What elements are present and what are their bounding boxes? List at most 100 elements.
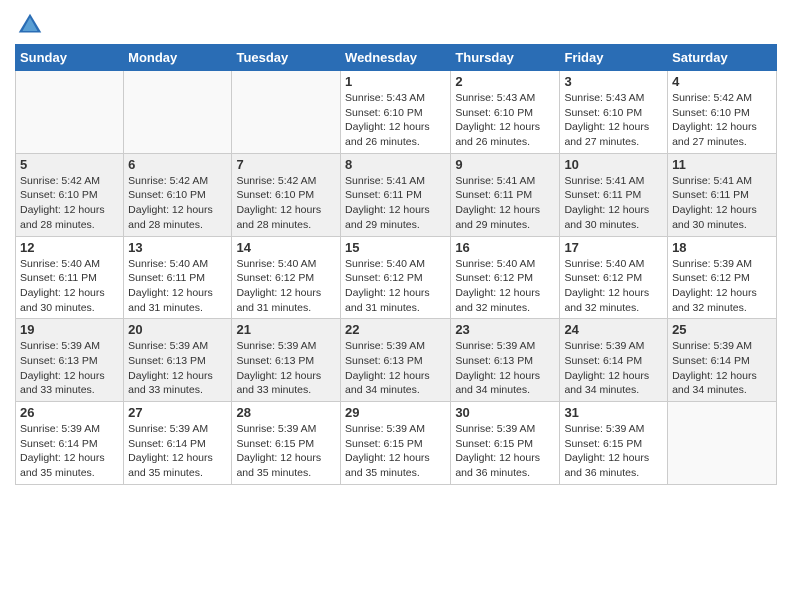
calendar-cell: 17 Sunrise: 5:40 AM Sunset: 6:12 PM Dayli… — [560, 236, 668, 319]
day-of-week-header: Thursday — [451, 45, 560, 71]
calendar-cell: 24Sunrise: 5:39 AM Sunset: 6:14 PM Dayli… — [560, 319, 668, 402]
day-info: Sunrise: 5:40 AM Sunset: 6:11 PM Dayligh… — [128, 257, 227, 316]
calendar-week-row: 5 Sunrise: 5:42 AM Sunset: 6:10 PM Daylig… — [16, 153, 777, 236]
day-of-week-header: Tuesday — [232, 45, 341, 71]
calendar-cell: 25 Sunrise: 5:39 AM Sunset: 6:14 PM Dayli… — [668, 319, 777, 402]
calendar-cell: 10 Sunrise: 5:41 AM Sunset: 6:11 PM Dayli… — [560, 153, 668, 236]
calendar-cell — [124, 71, 232, 154]
day-of-week-header: Saturday — [668, 45, 777, 71]
page-header — [15, 10, 777, 40]
calendar-table: SundayMondayTuesdayWednesdayThursdayFrid… — [15, 44, 777, 485]
day-number: 9 — [455, 157, 555, 172]
day-number: 13 — [128, 240, 227, 255]
day-number: 10 — [564, 157, 663, 172]
day-info: Sunrise: 5:39 AM Sunset: 6:14 PM Dayligh… — [20, 422, 119, 481]
calendar-week-row: 1 Sunrise: 5:43 AM Sunset: 6:10 PM Daylig… — [16, 71, 777, 154]
calendar-cell: 31Sunrise: 5:39 AM Sunset: 6:15 PM Dayli… — [560, 402, 668, 485]
calendar-cell: 19 Sunrise: 5:39 AM Sunset: 6:13 PM Dayli… — [16, 319, 124, 402]
day-of-week-header: Monday — [124, 45, 232, 71]
day-number: 15 — [345, 240, 446, 255]
calendar-cell: 21 Sunrise: 5:39 AM Sunset: 6:13 PM Dayli… — [232, 319, 341, 402]
calendar-cell: 3Sunrise: 5:43 AM Sunset: 6:10 PM Daylig… — [560, 71, 668, 154]
calendar-cell: 26 Sunrise: 5:39 AM Sunset: 6:14 PM Dayli… — [16, 402, 124, 485]
calendar-header-row: SundayMondayTuesdayWednesdayThursdayFrid… — [16, 45, 777, 71]
logo-icon — [15, 10, 45, 40]
day-number: 11 — [672, 157, 772, 172]
day-info: Sunrise: 5:39 AM Sunset: 6:14 PM Dayligh… — [672, 339, 772, 398]
day-info: Sunrise: 5:40 AM Sunset: 6:11 PM Dayligh… — [20, 257, 119, 316]
calendar-cell: 30 Sunrise: 5:39 AM Sunset: 6:15 PM Dayli… — [451, 402, 560, 485]
calendar-cell: 29Sunrise: 5:39 AM Sunset: 6:15 PM Dayli… — [341, 402, 451, 485]
day-info: Sunrise: 5:40 AM Sunset: 6:12 PM Dayligh… — [564, 257, 663, 316]
day-info: Sunrise: 5:39 AM Sunset: 6:13 PM Dayligh… — [128, 339, 227, 398]
calendar-cell: 11 Sunrise: 5:41 AM Sunset: 6:11 PM Dayli… — [668, 153, 777, 236]
day-number: 26 — [20, 405, 119, 420]
day-info: Sunrise: 5:41 AM Sunset: 6:11 PM Dayligh… — [672, 174, 772, 233]
day-number: 21 — [236, 322, 336, 337]
day-info: Sunrise: 5:39 AM Sunset: 6:12 PM Dayligh… — [672, 257, 772, 316]
day-info: Sunrise: 5:42 AM Sunset: 6:10 PM Dayligh… — [672, 91, 772, 150]
day-number: 16 — [455, 240, 555, 255]
calendar-cell: 27Sunrise: 5:39 AM Sunset: 6:14 PM Dayli… — [124, 402, 232, 485]
day-of-week-header: Sunday — [16, 45, 124, 71]
calendar-cell: 14 Sunrise: 5:40 AM Sunset: 6:12 PM Dayli… — [232, 236, 341, 319]
day-number: 17 — [564, 240, 663, 255]
day-info: Sunrise: 5:40 AM Sunset: 6:12 PM Dayligh… — [455, 257, 555, 316]
calendar-cell: 12 Sunrise: 5:40 AM Sunset: 6:11 PM Dayli… — [16, 236, 124, 319]
day-info: Sunrise: 5:39 AM Sunset: 6:15 PM Dayligh… — [236, 422, 336, 481]
day-info: Sunrise: 5:40 AM Sunset: 6:12 PM Dayligh… — [236, 257, 336, 316]
day-number: 22 — [345, 322, 446, 337]
calendar-cell: 8 Sunrise: 5:41 AM Sunset: 6:11 PM Daylig… — [341, 153, 451, 236]
day-info: Sunrise: 5:43 AM Sunset: 6:10 PM Dayligh… — [564, 91, 663, 150]
day-number: 30 — [455, 405, 555, 420]
day-number: 24 — [564, 322, 663, 337]
day-info: Sunrise: 5:39 AM Sunset: 6:14 PM Dayligh… — [128, 422, 227, 481]
calendar-week-row: 12 Sunrise: 5:40 AM Sunset: 6:11 PM Dayli… — [16, 236, 777, 319]
calendar-cell: 22 Sunrise: 5:39 AM Sunset: 6:13 PM Dayli… — [341, 319, 451, 402]
day-info: Sunrise: 5:39 AM Sunset: 6:15 PM Dayligh… — [455, 422, 555, 481]
day-info: Sunrise: 5:40 AM Sunset: 6:12 PM Dayligh… — [345, 257, 446, 316]
calendar-cell: 23Sunrise: 5:39 AM Sunset: 6:13 PM Dayli… — [451, 319, 560, 402]
day-info: Sunrise: 5:43 AM Sunset: 6:10 PM Dayligh… — [455, 91, 555, 150]
day-number: 7 — [236, 157, 336, 172]
day-number: 2 — [455, 74, 555, 89]
logo — [15, 10, 49, 40]
day-info: Sunrise: 5:39 AM Sunset: 6:13 PM Dayligh… — [345, 339, 446, 398]
calendar-week-row: 19 Sunrise: 5:39 AM Sunset: 6:13 PM Dayli… — [16, 319, 777, 402]
day-number: 4 — [672, 74, 772, 89]
day-info: Sunrise: 5:41 AM Sunset: 6:11 PM Dayligh… — [564, 174, 663, 233]
day-number: 5 — [20, 157, 119, 172]
calendar-cell — [232, 71, 341, 154]
day-number: 1 — [345, 74, 446, 89]
day-info: Sunrise: 5:43 AM Sunset: 6:10 PM Dayligh… — [345, 91, 446, 150]
calendar-cell: 4 Sunrise: 5:42 AM Sunset: 6:10 PM Daylig… — [668, 71, 777, 154]
day-info: Sunrise: 5:42 AM Sunset: 6:10 PM Dayligh… — [236, 174, 336, 233]
day-number: 19 — [20, 322, 119, 337]
day-info: Sunrise: 5:39 AM Sunset: 6:13 PM Dayligh… — [236, 339, 336, 398]
calendar-cell: 20 Sunrise: 5:39 AM Sunset: 6:13 PM Dayli… — [124, 319, 232, 402]
calendar-cell: 28Sunrise: 5:39 AM Sunset: 6:15 PM Dayli… — [232, 402, 341, 485]
day-number: 14 — [236, 240, 336, 255]
day-number: 25 — [672, 322, 772, 337]
calendar-cell — [16, 71, 124, 154]
day-info: Sunrise: 5:39 AM Sunset: 6:13 PM Dayligh… — [20, 339, 119, 398]
day-info: Sunrise: 5:42 AM Sunset: 6:10 PM Dayligh… — [20, 174, 119, 233]
day-info: Sunrise: 5:42 AM Sunset: 6:10 PM Dayligh… — [128, 174, 227, 233]
calendar-cell: 7 Sunrise: 5:42 AM Sunset: 6:10 PM Daylig… — [232, 153, 341, 236]
calendar-cell: 13 Sunrise: 5:40 AM Sunset: 6:11 PM Dayli… — [124, 236, 232, 319]
calendar-week-row: 26 Sunrise: 5:39 AM Sunset: 6:14 PM Dayli… — [16, 402, 777, 485]
calendar-cell: 6Sunrise: 5:42 AM Sunset: 6:10 PM Daylig… — [124, 153, 232, 236]
day-number: 20 — [128, 322, 227, 337]
calendar-cell: 9 Sunrise: 5:41 AM Sunset: 6:11 PM Daylig… — [451, 153, 560, 236]
calendar-cell: 15 Sunrise: 5:40 AM Sunset: 6:12 PM Dayli… — [341, 236, 451, 319]
day-info: Sunrise: 5:39 AM Sunset: 6:15 PM Dayligh… — [564, 422, 663, 481]
day-info: Sunrise: 5:41 AM Sunset: 6:11 PM Dayligh… — [455, 174, 555, 233]
day-of-week-header: Wednesday — [341, 45, 451, 71]
calendar-cell: 1 Sunrise: 5:43 AM Sunset: 6:10 PM Daylig… — [341, 71, 451, 154]
day-number: 12 — [20, 240, 119, 255]
day-number: 8 — [345, 157, 446, 172]
day-info: Sunrise: 5:39 AM Sunset: 6:15 PM Dayligh… — [345, 422, 446, 481]
day-number: 18 — [672, 240, 772, 255]
calendar-cell: 18 Sunrise: 5:39 AM Sunset: 6:12 PM Dayli… — [668, 236, 777, 319]
day-info: Sunrise: 5:41 AM Sunset: 6:11 PM Dayligh… — [345, 174, 446, 233]
